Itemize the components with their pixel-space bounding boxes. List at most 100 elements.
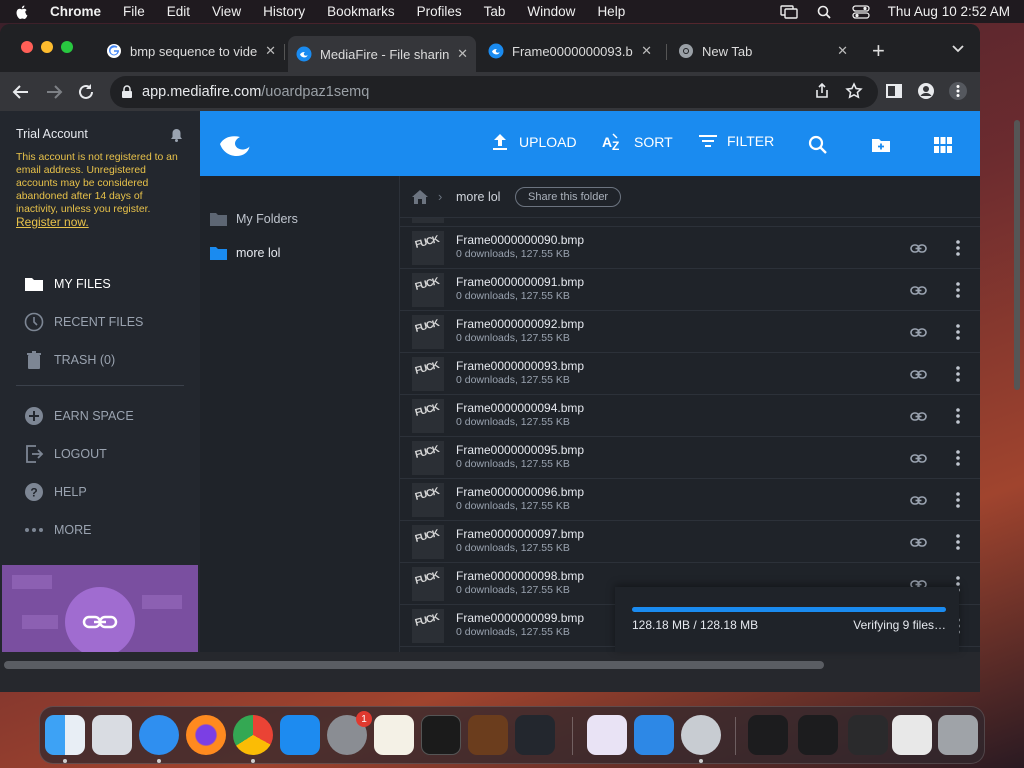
register-now-link[interactable]: Register now. xyxy=(16,215,89,229)
copy-link-icon[interactable] xyxy=(910,450,927,467)
file-name[interactable]: Frame0000000097.bmp xyxy=(456,527,584,541)
window-thumbnail-icon[interactable] xyxy=(848,715,888,755)
screen-mirroring-icon[interactable] xyxy=(779,4,798,19)
more-options-icon[interactable] xyxy=(953,238,963,258)
copy-link-icon[interactable] xyxy=(910,324,927,341)
new-tab-button[interactable]: + xyxy=(872,38,885,64)
file-row[interactable]: FUCKFrame0000000089.bmp0 downloads, 127.… xyxy=(400,218,980,227)
file-row[interactable]: FUCK Frame0000000093.bmp 0 downloads, 127.… xyxy=(400,353,980,395)
kebab-menu-icon[interactable] xyxy=(949,82,967,100)
window-thumbnail-icon[interactable] xyxy=(798,715,838,755)
copy-link-icon[interactable] xyxy=(910,408,927,425)
file-name[interactable]: Frame0000000094.bmp xyxy=(456,401,584,415)
folder-my-folders[interactable]: My Folders xyxy=(210,207,298,231)
grid-view-icon[interactable] xyxy=(933,135,953,155)
file-row[interactable]: FUCK Frame0000000097.bmp 0 downloads, 127.… xyxy=(400,521,980,563)
more-options-icon[interactable] xyxy=(953,322,963,342)
back-arrow-icon[interactable] xyxy=(11,82,31,102)
forward-arrow-icon[interactable] xyxy=(44,82,64,102)
window-thumbnail-icon[interactable] xyxy=(892,715,932,755)
file-row[interactable]: FUCK Frame0000000092.bmp 0 downloads, 127.… xyxy=(400,311,980,353)
nav-more[interactable]: MORE xyxy=(0,515,200,545)
launchpad-icon[interactable] xyxy=(92,715,132,755)
file-name[interactable]: Frame0000000095.bmp xyxy=(456,443,584,457)
nav-trash[interactable]: TRASH (0) xyxy=(0,345,200,375)
side-panel-icon[interactable] xyxy=(885,82,903,100)
menu-window[interactable]: Window xyxy=(527,4,575,19)
more-options-icon[interactable] xyxy=(953,280,963,300)
tab-google-search[interactable]: bmp sequence to vide ✕ xyxy=(98,36,284,66)
finder-icon[interactable] xyxy=(45,715,85,755)
breadcrumb-current-folder[interactable]: more lol xyxy=(456,190,500,204)
trash-icon[interactable] xyxy=(938,715,978,755)
apple-icon[interactable] xyxy=(14,4,30,20)
terminal-icon[interactable] xyxy=(421,715,461,755)
menu-edit[interactable]: Edit xyxy=(167,4,190,19)
close-window-button[interactable] xyxy=(21,41,33,53)
tab-mediafire[interactable]: MediaFire - File sharin ✕ xyxy=(288,36,476,72)
lock-icon[interactable] xyxy=(120,85,134,99)
garageband-icon[interactable] xyxy=(468,715,508,755)
visual-studio-icon[interactable] xyxy=(587,715,627,755)
tab-close-icon[interactable]: ✕ xyxy=(457,46,468,62)
bell-icon[interactable] xyxy=(170,128,183,142)
file-row[interactable]: FUCK Frame0000000091.bmp 0 downloads, 127.… xyxy=(400,269,980,311)
chevron-down-icon[interactable] xyxy=(951,41,965,55)
sort-button[interactable]: AZ SORT xyxy=(602,133,673,151)
menu-profiles[interactable]: Profiles xyxy=(417,4,462,19)
copy-link-icon[interactable] xyxy=(910,534,927,551)
upload-button[interactable]: UPLOAD xyxy=(491,133,577,151)
weather-icon[interactable] xyxy=(634,715,674,755)
vscode-icon[interactable] xyxy=(515,715,555,755)
background-window-scrollbar[interactable] xyxy=(1014,120,1020,390)
nav-logout[interactable]: LOGOUT xyxy=(0,439,200,469)
more-options-icon[interactable] xyxy=(953,448,963,468)
spotlight-search-icon[interactable] xyxy=(816,5,834,19)
more-options-icon[interactable] xyxy=(953,406,963,426)
mediafire-logo-icon[interactable] xyxy=(218,131,262,157)
menu-file[interactable]: File xyxy=(123,4,145,19)
menu-tab[interactable]: Tab xyxy=(484,4,506,19)
more-options-icon[interactable] xyxy=(953,490,963,510)
copy-link-icon[interactable] xyxy=(910,240,927,257)
tab-frame-file[interactable]: Frame0000000093.b ✕ xyxy=(480,36,660,66)
new-folder-icon[interactable] xyxy=(871,135,891,155)
tab-new-tab[interactable]: New Tab ✕ xyxy=(670,36,856,66)
bookmark-star-icon[interactable] xyxy=(845,82,863,100)
filter-button[interactable]: FILTER xyxy=(699,133,774,149)
control-center-icon[interactable] xyxy=(852,4,870,19)
file-name[interactable]: Frame0000000099.bmp xyxy=(456,611,584,625)
app-store-icon[interactable] xyxy=(280,715,320,755)
copy-link-icon[interactable] xyxy=(910,492,927,509)
nav-recent-files[interactable]: RECENT FILES xyxy=(0,307,200,337)
more-options-icon[interactable] xyxy=(953,532,963,552)
nav-earn-space[interactable]: EARN SPACE xyxy=(0,401,200,431)
minimize-window-button[interactable] xyxy=(41,41,53,53)
home-icon[interactable] xyxy=(412,190,428,204)
chrome-icon[interactable] xyxy=(233,715,273,755)
tab-close-icon[interactable]: ✕ xyxy=(837,43,848,59)
nav-my-files[interactable]: MY FILES xyxy=(0,269,200,299)
copy-link-icon[interactable] xyxy=(910,366,927,383)
menubar-clock[interactable]: Thu Aug 10 2:52 AM xyxy=(888,4,1010,19)
address-bar[interactable]: app.mediafire.com/uoardpaz1semq xyxy=(110,76,878,108)
search-icon[interactable] xyxy=(808,135,828,155)
file-row[interactable]: FUCK Frame0000000094.bmp 0 downloads, 127.… xyxy=(400,395,980,437)
menu-history[interactable]: History xyxy=(263,4,305,19)
window-thumbnail-icon[interactable] xyxy=(748,715,788,755)
file-name[interactable]: Frame0000000092.bmp xyxy=(456,317,584,331)
share-icon[interactable] xyxy=(813,82,831,100)
menu-help[interactable]: Help xyxy=(597,4,625,19)
file-row[interactable]: FUCK Frame0000000090.bmp 0 downloads, 127.… xyxy=(400,227,980,269)
quicktime-icon[interactable] xyxy=(681,715,721,755)
zoom-window-button[interactable] xyxy=(61,41,73,53)
file-row[interactable]: FUCK Frame0000000095.bmp 0 downloads, 127.… xyxy=(400,437,980,479)
firefox-icon[interactable] xyxy=(186,715,226,755)
file-name[interactable]: Frame0000000098.bmp xyxy=(456,569,584,583)
file-name[interactable]: Frame0000000093.bmp xyxy=(456,359,584,373)
earn-space-promo[interactable] xyxy=(2,565,198,652)
folder-more-lol[interactable]: more lol xyxy=(210,241,280,265)
horizontal-scrollbar[interactable] xyxy=(4,661,824,669)
file-row[interactable]: FUCK Frame0000000096.bmp 0 downloads, 127.… xyxy=(400,479,980,521)
more-options-icon[interactable] xyxy=(953,364,963,384)
